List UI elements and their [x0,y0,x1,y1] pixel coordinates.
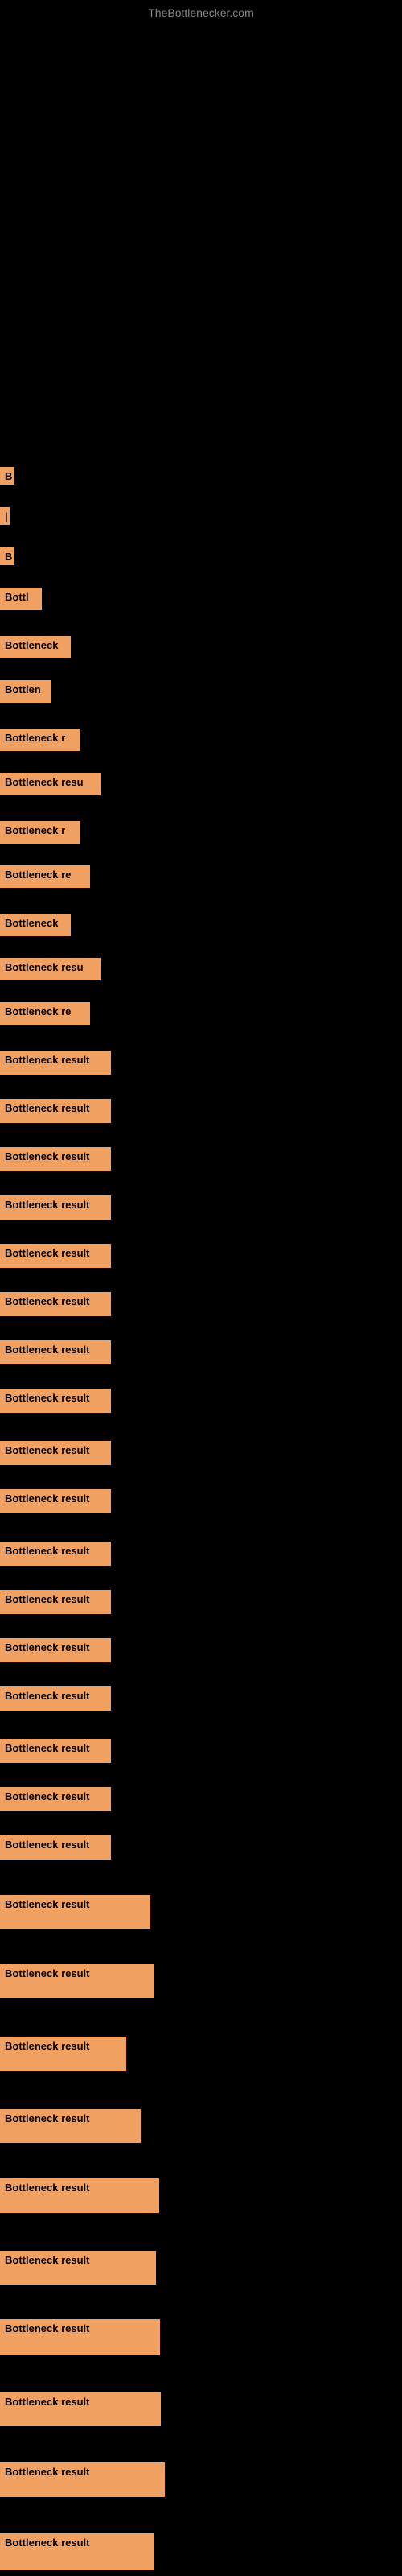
bottleneck-result-item[interactable]: Bottleneck result [0,2392,161,2426]
bottleneck-result-item[interactable]: Bottleneck r [0,821,80,844]
bottleneck-result-item[interactable]: Bottleneck result [0,1195,111,1220]
site-title: TheBottlenecker.com [148,6,254,19]
bottleneck-result-item[interactable]: Bottleneck result [0,1051,111,1075]
bottleneck-result-item[interactable]: Bottleneck result [0,1590,111,1614]
bottleneck-result-item[interactable]: B [0,547,14,565]
bottleneck-result-item[interactable]: Bottleneck result [0,1542,111,1566]
bottleneck-result-item[interactable]: Bottleneck result [0,2533,154,2570]
bottleneck-result-item[interactable]: Bottleneck result [0,1787,111,1811]
bottleneck-result-item[interactable]: Bottleneck result [0,1292,111,1316]
bottleneck-result-item[interactable]: Bottleneck result [0,1099,111,1123]
bottleneck-result-item[interactable]: Bottleneck re [0,865,90,888]
bottleneck-result-item[interactable]: Bottleneck result [0,1340,111,1364]
bottleneck-result-item[interactable]: Bottleneck result [0,1441,111,1465]
bottleneck-result-item[interactable]: Bottleneck result [0,1835,111,1860]
bottleneck-result-item[interactable]: Bottlen [0,680,51,703]
bottleneck-result-item[interactable]: Bottleneck result [0,1489,111,1513]
bottleneck-result-item[interactable]: Bottleneck result [0,1686,111,1711]
bottleneck-result-item[interactable]: Bottleneck re [0,1002,90,1025]
bottleneck-result-item[interactable]: Bottleneck [0,636,71,658]
bottleneck-result-item[interactable]: Bottleneck result [0,2037,126,2071]
bottleneck-result-item[interactable]: Bottleneck result [0,1895,150,1929]
bottleneck-result-item[interactable]: Bottleneck result [0,1389,111,1413]
bottleneck-result-item[interactable]: Bottleneck result [0,2462,165,2497]
bottleneck-result-item[interactable]: Bottleneck r [0,729,80,751]
bottleneck-result-item[interactable]: Bottleneck resu [0,958,100,980]
bottleneck-result-item[interactable]: Bottleneck result [0,1147,111,1171]
bottleneck-result-item[interactable]: Bottleneck [0,914,71,936]
bottleneck-result-item[interactable]: B [0,467,14,485]
bottleneck-result-item[interactable]: Bottleneck result [0,1739,111,1763]
bottleneck-result-item[interactable]: Bottleneck result [0,2251,156,2285]
bottleneck-result-item[interactable]: | [0,507,10,525]
bottleneck-result-item[interactable]: Bottleneck result [0,1638,111,1662]
bottleneck-result-item[interactable]: Bottleneck resu [0,773,100,795]
bottleneck-result-item[interactable]: Bottleneck result [0,2109,141,2143]
bottleneck-result-item[interactable]: Bottleneck result [0,1964,154,1998]
bottleneck-result-item[interactable]: Bottleneck result [0,2178,159,2213]
bottleneck-result-item[interactable]: Bottleneck result [0,1244,111,1268]
bottleneck-result-item[interactable]: Bottl [0,588,42,610]
bottleneck-result-item[interactable]: Bottleneck result [0,2319,160,2355]
